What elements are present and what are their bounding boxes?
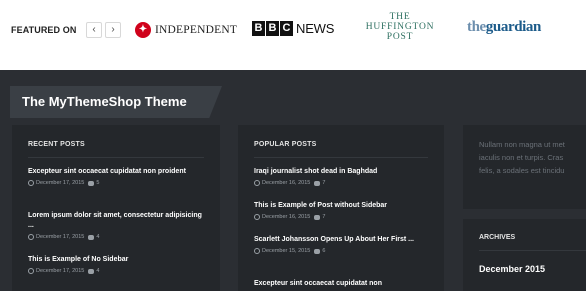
- comment-count: 7: [322, 180, 326, 186]
- post-date: December 17, 2015: [36, 268, 85, 274]
- post-meta: December 17, 2015 4: [28, 234, 208, 240]
- comment-count: 7: [322, 214, 326, 220]
- huffington-post-logo[interactable]: THE HUFFINGTON POST: [355, 12, 445, 42]
- post-meta: December 16, 2015 7: [254, 180, 434, 186]
- post-date: December 16, 2015: [262, 214, 311, 220]
- text-line: felis, a sodales est tincidu: [479, 166, 565, 175]
- list-item[interactable]: Excepteur sint occaecat cupidatat non pr…: [28, 167, 208, 186]
- clock-icon: [254, 248, 260, 254]
- post-date: December 17, 2015: [36, 234, 85, 240]
- bbc-letter-b1: B: [252, 21, 265, 36]
- huffington-line-1: THE: [389, 12, 411, 22]
- bbc-news-word: NEWS: [296, 21, 335, 36]
- comment-icon: [88, 234, 95, 240]
- huffington-line-2: HUFFINGTON: [365, 22, 435, 32]
- list-item[interactable]: Scarlett Johansson Opens Up About Her Fi…: [254, 235, 434, 254]
- guardian-the: the: [467, 19, 486, 35]
- recent-posts-title: RECENT POSTS: [28, 141, 85, 148]
- clock-icon: [254, 214, 260, 220]
- comment-count: 5: [96, 180, 100, 186]
- comment-count: 4: [96, 268, 100, 274]
- comment-icon: [314, 214, 321, 220]
- huffington-line-3: POST: [386, 32, 414, 42]
- post-title[interactable]: This is Example of Post without Sidebar: [254, 201, 434, 211]
- archive-link[interactable]: December 2015: [479, 264, 545, 274]
- comment-icon: [88, 180, 95, 186]
- clock-icon: [28, 180, 34, 186]
- list-item[interactable]: Excepteur sint occaecat cupidatat non: [254, 279, 434, 289]
- carousel-prev-button[interactable]: ‹: [86, 22, 102, 38]
- independent-logo[interactable]: ✦ INDEPENDENT: [135, 20, 237, 40]
- post-date: December 17, 2015: [36, 180, 85, 186]
- list-item[interactable]: Iraqi journalist shot dead in Baghdad De…: [254, 167, 434, 186]
- divider: [479, 250, 586, 251]
- list-item[interactable]: Lorem ipsum dolor sit amet, consectetur …: [28, 211, 208, 240]
- list-item[interactable]: This is Example of Post without Sidebar …: [254, 201, 434, 220]
- post-title[interactable]: Excepteur sint occaecat cupidatat non: [254, 279, 434, 289]
- post-meta: December 16, 2015 7: [254, 214, 434, 220]
- bbc-letter-b2: B: [266, 21, 279, 36]
- post-meta: December 17, 2015 4: [28, 268, 208, 274]
- divider: [254, 157, 428, 158]
- popular-posts-title: POPULAR POSTS: [254, 141, 317, 148]
- clock-icon: [254, 180, 260, 186]
- popular-posts-widget: POPULAR POSTS Iraqi journalist shot dead…: [238, 125, 444, 291]
- section-title: The MyThemeShop Theme: [22, 94, 187, 109]
- clock-icon: [28, 268, 34, 274]
- post-meta: December 15, 2015 6: [254, 248, 434, 254]
- post-title[interactable]: Lorem ipsum dolor sit amet, consectetur …: [28, 211, 208, 231]
- archives-widget: ARCHIVES December 2015: [463, 219, 586, 291]
- recent-posts-widget: RECENT POSTS Excepteur sint occaecat cup…: [12, 125, 220, 291]
- text-line: iaculis non et turpis. Cras: [479, 153, 564, 162]
- independent-wordmark: INDEPENDENT: [155, 24, 238, 36]
- carousel-next-button[interactable]: ›: [105, 22, 121, 38]
- archives-title: ARCHIVES: [479, 234, 516, 241]
- eagle-icon: ✦: [135, 22, 151, 38]
- comment-count: 6: [322, 248, 326, 254]
- comment-icon: [314, 248, 321, 254]
- text-widget: Nullam non magna ut met iaculis non et t…: [463, 125, 586, 209]
- post-date: December 15, 2015: [262, 248, 311, 254]
- post-date: December 16, 2015: [262, 180, 311, 186]
- guardian-logo[interactable]: theguardian: [467, 19, 541, 36]
- comment-icon: [314, 180, 321, 186]
- list-item[interactable]: This is Example of No Sidebar December 1…: [28, 255, 208, 274]
- text-widget-body: Nullam non magna ut met iaculis non et t…: [479, 138, 586, 177]
- bbc-news-logo[interactable]: B B C NEWS: [252, 21, 334, 36]
- featured-bar: FEATURED ON ‹ › ✦ INDEPENDENT B B C NEWS…: [0, 0, 586, 70]
- section-title-banner: The MyThemeShop Theme: [10, 86, 222, 118]
- comment-icon: [88, 268, 95, 274]
- post-title[interactable]: This is Example of No Sidebar: [28, 255, 208, 265]
- post-meta: December 17, 2015 5: [28, 180, 208, 186]
- divider: [28, 157, 204, 158]
- bbc-letter-c: C: [280, 21, 293, 36]
- text-line: Nullam non magna ut met: [479, 140, 565, 149]
- post-title[interactable]: Iraqi journalist shot dead in Baghdad: [254, 167, 434, 177]
- clock-icon: [28, 234, 34, 240]
- post-title[interactable]: Scarlett Johansson Opens Up About Her Fi…: [254, 235, 434, 245]
- comment-count: 4: [96, 234, 100, 240]
- featured-label: FEATURED ON: [11, 25, 77, 35]
- post-title[interactable]: Excepteur sint occaecat cupidatat non pr…: [28, 167, 208, 177]
- guardian-name: guardian: [485, 19, 542, 35]
